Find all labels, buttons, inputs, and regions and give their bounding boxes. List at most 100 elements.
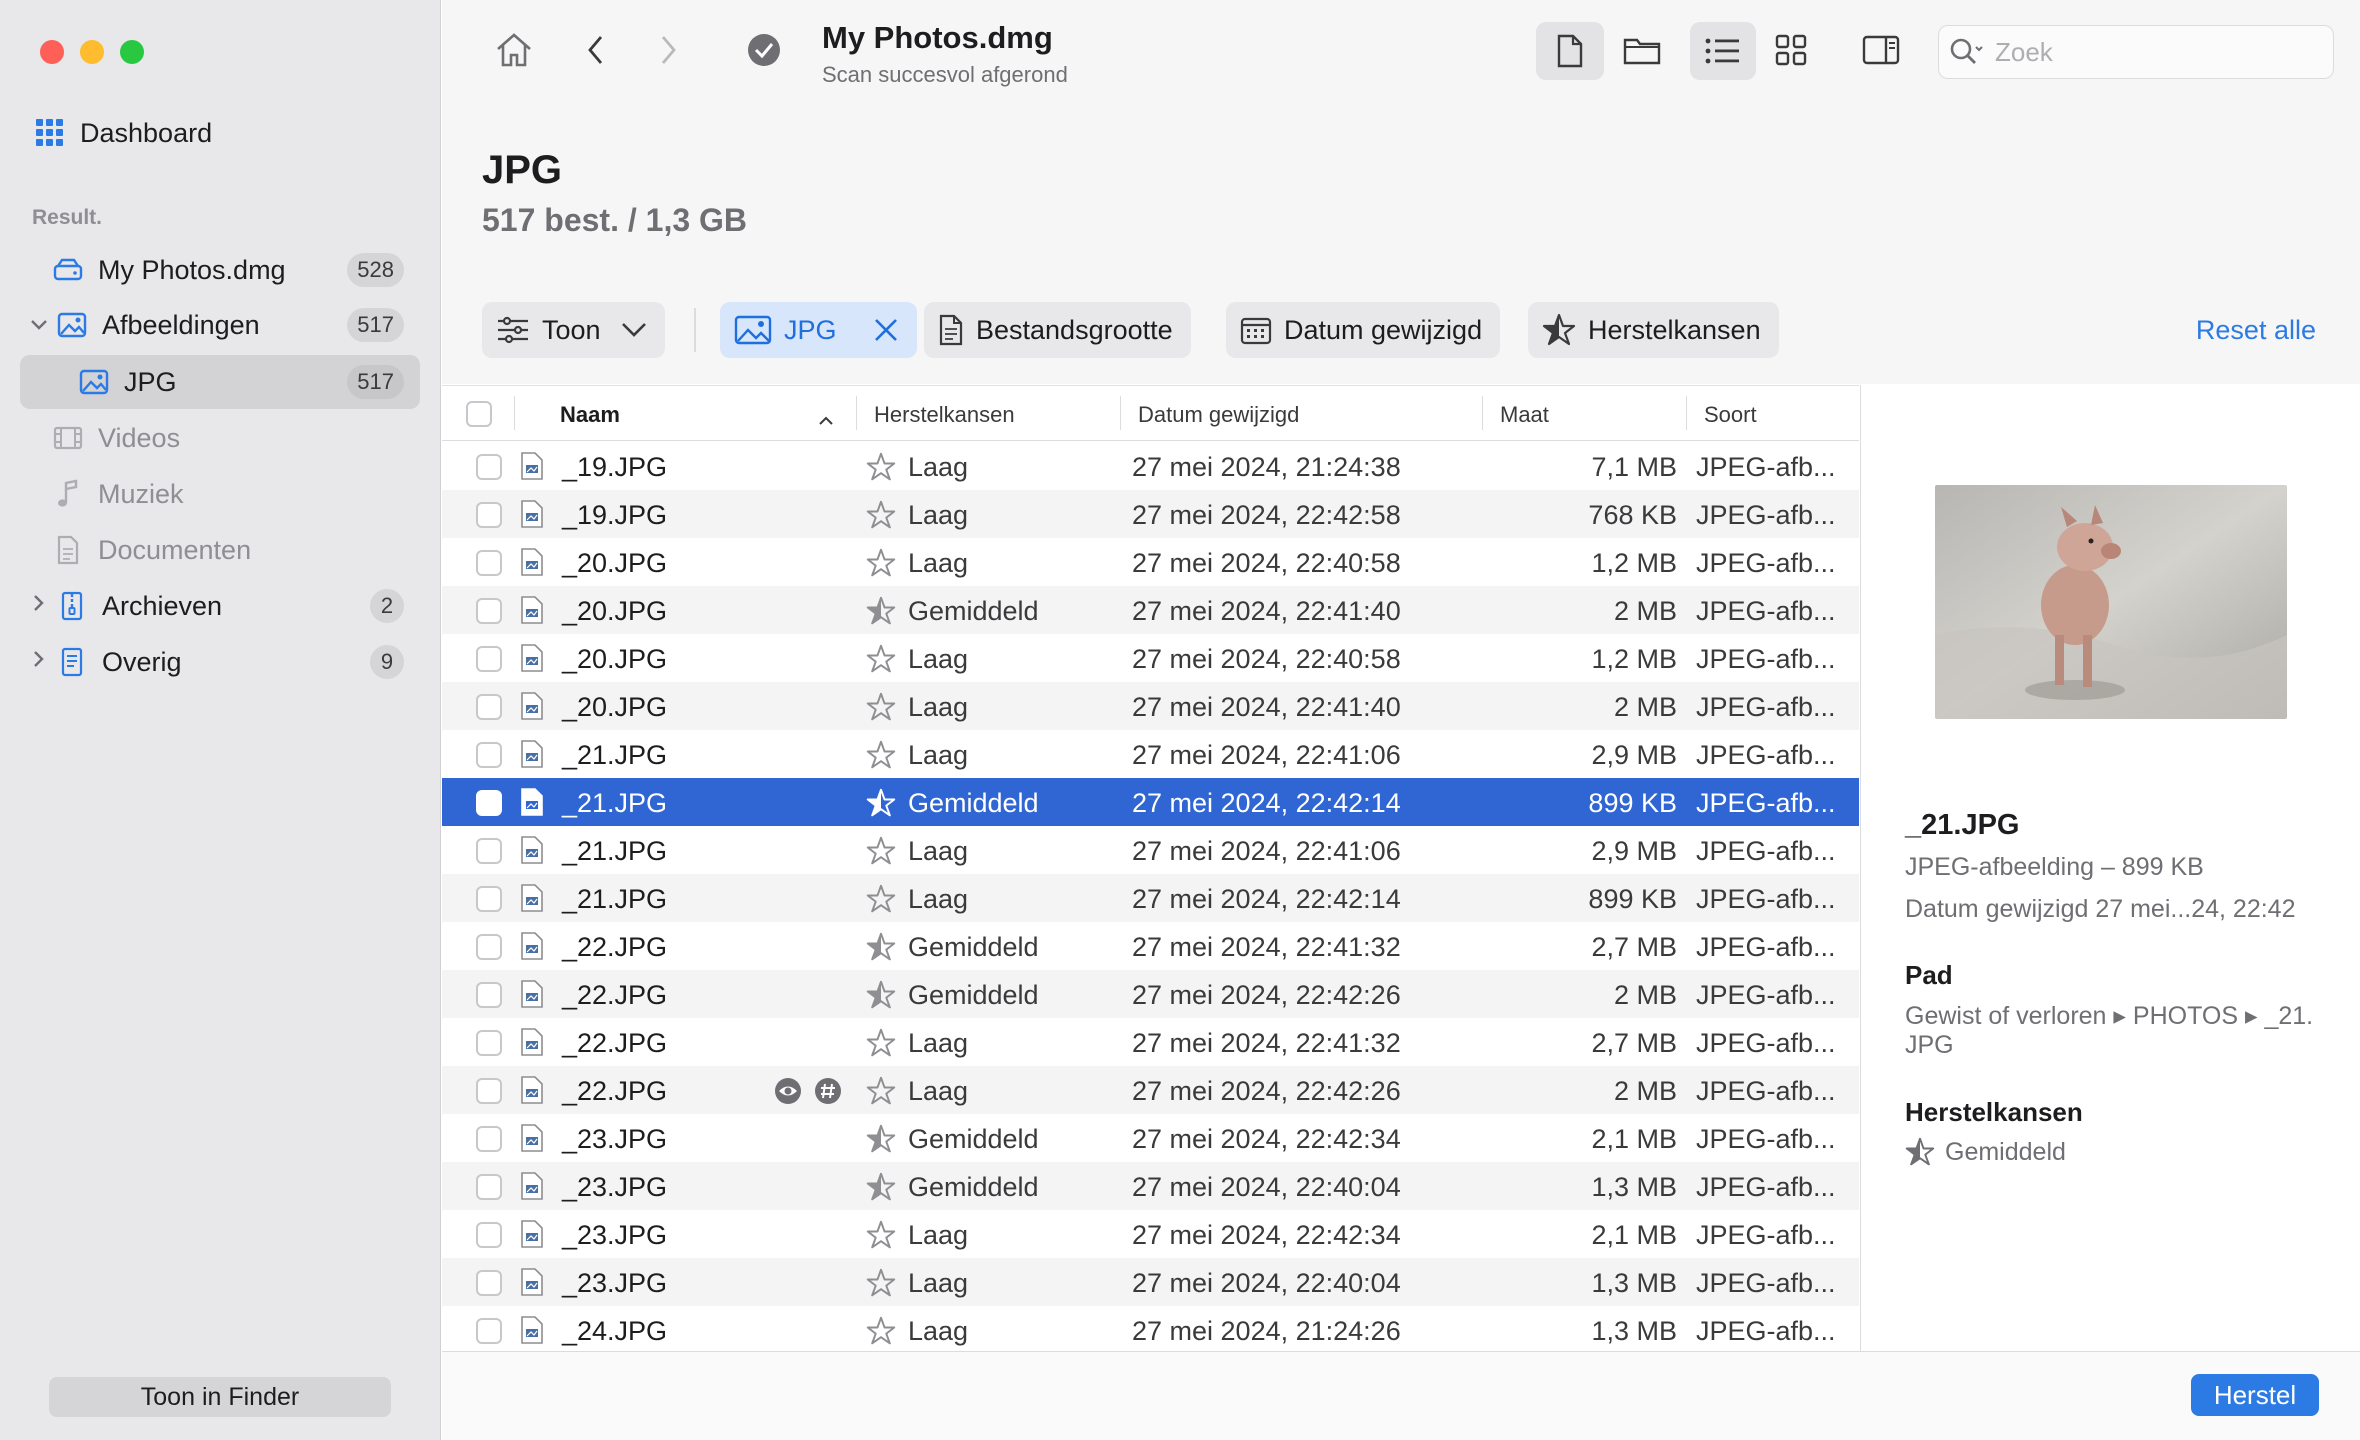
table-row[interactable]: _23.JPG Laag 27 mei 2024, 22:42:34 2,1 MB JP… [442,1210,1859,1258]
table-row[interactable]: _21.JPG Gemiddeld 27 mei 2024, 22:42:14 899… [442,778,1859,826]
row-checkbox[interactable] [476,1126,502,1152]
table-row[interactable]: _20.JPG Laag 27 mei 2024, 22:40:58 1,2 MB JP… [442,634,1859,682]
row-checkbox[interactable] [476,1222,502,1248]
chevron-left-icon [588,36,603,64]
row-checkbox[interactable] [476,1030,502,1056]
column-name[interactable]: Naam [560,402,620,428]
jpeg-file-icon [520,740,544,775]
filter-divider [694,308,696,352]
search-input[interactable]: Zoek [1995,37,2053,68]
sidebar-item-my-photos[interactable]: My Photos.dmg 528 [20,243,420,297]
row-checkbox[interactable] [476,838,502,864]
column-date-modified[interactable]: Datum gewijzigd [1138,402,1299,428]
close-icon[interactable] [873,317,899,343]
sidebar-item-documenten[interactable]: Documenten [20,523,420,577]
file-name: _20.JPG [562,692,668,722]
sidebar-item-overig[interactable]: Overig 9 [20,635,420,689]
table-row[interactable]: _21.JPG Laag 27 mei 2024, 22:41:06 2,9 MB JP… [442,826,1859,874]
recovery-chances-filter-button[interactable]: Herstelkansen [1528,302,1779,358]
table-row[interactable]: _24.JPG Laag 27 mei 2024, 21:24:26 1,3 MB JP… [442,1306,1859,1351]
row-checkbox[interactable] [476,454,502,480]
search-field[interactable]: Zoek [1938,25,2334,79]
table-row[interactable]: _22.JPG Gemiddeld 27 mei 2024, 22:41:32 2,7… [442,922,1859,970]
file-view-button[interactable] [1536,22,1604,80]
row-checkbox[interactable] [476,790,502,816]
file-kind: JPEG-afb... [1696,740,1836,770]
row-checkbox[interactable] [476,502,502,528]
date-modified: 27 mei 2024, 22:42:34 [1132,1220,1401,1250]
table-row[interactable]: _22.JPG Laag 27 mei 2024, 22:42:26 2 MB JPEG… [442,1066,1859,1114]
table-row[interactable]: _19.JPG Laag 27 mei 2024, 21:24:38 7,1 MB JP… [442,442,1859,490]
date-modified-filter-button[interactable]: Datum gewijzigd [1226,302,1501,358]
table-row[interactable]: _20.JPG Laag 27 mei 2024, 22:41:40 2 MB JPEG… [442,682,1859,730]
row-checkbox[interactable] [476,742,502,768]
row-checkbox[interactable] [476,982,502,1008]
row-checkbox[interactable] [476,1270,502,1296]
chevron-right-icon[interactable] [28,650,50,674]
forward-button[interactable] [640,22,696,78]
row-checkbox[interactable] [476,646,502,672]
sidebar-item-label: Videos [98,422,181,453]
hash-icon[interactable] [814,1077,842,1112]
table-row[interactable]: _23.JPG Gemiddeld 27 mei 2024, 22:40:04 1,3… [442,1162,1859,1210]
recover-button[interactable]: Herstel [2191,1374,2319,1416]
row-checkbox[interactable] [476,1318,502,1344]
music-note-icon [50,476,86,512]
folder-view-button[interactable] [1608,22,1676,78]
table-row[interactable]: _22.JPG Laag 27 mei 2024, 22:41:32 2,7 MB JP… [442,1018,1859,1066]
table-row[interactable]: _23.JPG Gemiddeld 27 mei 2024, 22:42:34 2,1… [442,1114,1859,1162]
minimize-window-button[interactable] [80,40,104,64]
chevron-right-icon[interactable] [28,594,50,618]
row-checkbox[interactable] [476,1078,502,1104]
show-in-finder-button[interactable]: Toon in Finder [49,1377,391,1417]
table-row[interactable]: _21.JPG Laag 27 mei 2024, 22:42:14 899 KB JP… [442,874,1859,922]
column-size[interactable]: Maat [1500,402,1549,428]
zoom-window-button[interactable] [120,40,144,64]
close-window-button[interactable] [40,40,64,64]
star-outline-icon [866,1220,896,1257]
file-size: 1,3 MB [1591,1316,1677,1346]
chevron-down-icon[interactable] [28,314,50,337]
toggle-preview-button[interactable] [1848,22,1914,78]
show-filter-button[interactable]: Toon [482,302,665,358]
table-row[interactable]: _20.JPG Gemiddeld 27 mei 2024, 22:41:40 2 M… [442,586,1859,634]
column-kind[interactable]: Soort [1704,402,1757,428]
sidebar-item-dashboard[interactable]: Dashboard [32,106,432,160]
file-size-filter-button[interactable]: Bestandsgrootte [924,302,1191,358]
preview-file-type: JPEG-afbeelding – 899 KB [1905,853,2204,881]
recovery-chance: Gemiddeld [908,932,1039,962]
file-name: _22.JPG [562,1028,668,1058]
home-button[interactable] [486,22,542,78]
sidebar-item-archieven[interactable]: Archieven 2 [20,579,420,633]
sidebar-item-videos[interactable]: Videos [20,411,420,465]
jpg-filter-chip[interactable]: JPG [720,302,917,358]
window-title: My Photos.dmg [822,20,1053,55]
table-row[interactable]: _19.JPG Laag 27 mei 2024, 22:42:58 768 KB JP… [442,490,1859,538]
file-size: 2,9 MB [1591,836,1677,866]
row-checkbox[interactable] [476,550,502,576]
select-all-checkbox[interactable] [466,401,492,427]
table-row[interactable]: _20.JPG Laag 27 mei 2024, 22:40:58 1,2 MB JP… [442,538,1859,586]
column-recovery-chances[interactable]: Herstelkansen [874,402,1015,428]
file-kind: JPEG-afb... [1696,980,1836,1010]
row-checkbox[interactable] [476,886,502,912]
recovery-chance: Laag [908,692,969,722]
grid-view-button[interactable] [1758,22,1824,78]
list-view-button[interactable] [1690,22,1756,80]
recovery-chance: Laag [908,1028,969,1058]
reset-all-link[interactable]: Reset alle [2196,315,2316,346]
table-row[interactable]: _21.JPG Laag 27 mei 2024, 22:41:06 2,9 MB JP… [442,730,1859,778]
sidebar-item-afbeeldingen[interactable]: Afbeeldingen 517 [20,298,420,352]
back-button[interactable] [568,22,624,78]
eye-icon[interactable] [774,1077,802,1112]
file-kind: JPEG-afb... [1696,452,1836,482]
sort-ascending-icon[interactable] [818,406,834,432]
row-checkbox[interactable] [476,1174,502,1200]
sidebar-item-jpg[interactable]: JPG 517 [20,355,420,409]
table-row[interactable]: _23.JPG Laag 27 mei 2024, 22:40:04 1,3 MB JP… [442,1258,1859,1306]
row-checkbox[interactable] [476,598,502,624]
row-checkbox[interactable] [476,694,502,720]
table-row[interactable]: _22.JPG Gemiddeld 27 mei 2024, 22:42:26 2 M… [442,970,1859,1018]
row-checkbox[interactable] [476,934,502,960]
sidebar-item-muziek[interactable]: Muziek [20,467,420,521]
